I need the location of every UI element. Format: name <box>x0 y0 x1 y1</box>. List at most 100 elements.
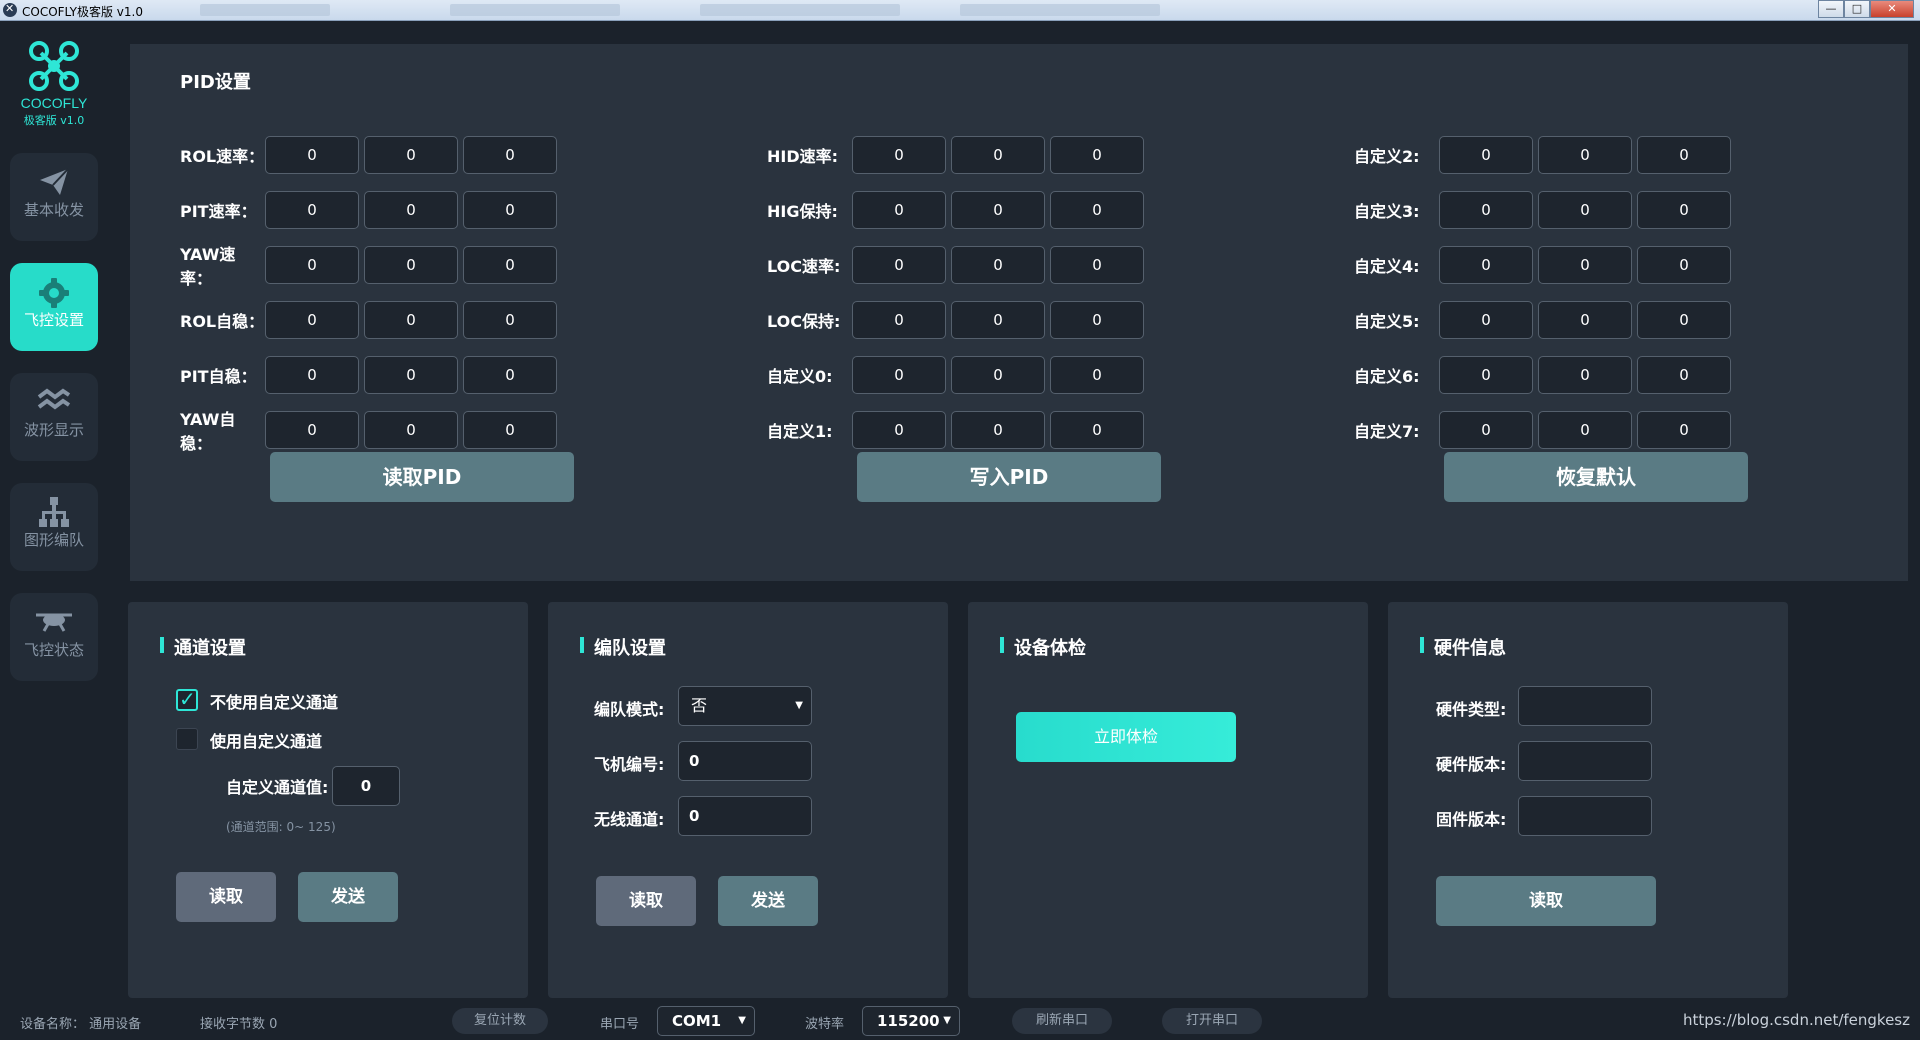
sidebar-item-waveform[interactable]: 波形显示 <box>10 373 98 461</box>
refresh-port-button[interactable]: 刷新串口 <box>1012 1008 1112 1034</box>
pid-p-input[interactable]: 0 <box>265 136 359 174</box>
reset-count-button[interactable]: 复位计数 <box>452 1008 548 1034</box>
serial-port-select[interactable]: COM1 ▼ <box>657 1006 755 1036</box>
channel-read-button[interactable]: 读取 <box>176 872 276 922</box>
pid-d-input[interactable]: 0 <box>1637 411 1731 449</box>
pid-i-input[interactable]: 0 <box>951 356 1045 394</box>
pid-i-input[interactable]: 0 <box>1538 301 1632 339</box>
read-pid-button[interactable]: 读取PID <box>270 452 574 502</box>
sidebar-item-flight-control-settings[interactable]: 飞控设置 <box>10 263 98 351</box>
channel-send-button[interactable]: 发送 <box>298 872 398 922</box>
pid-i-input[interactable]: 0 <box>1538 246 1632 284</box>
brand-name: COCOFLY <box>20 95 88 111</box>
check-now-button[interactable]: 立即体检 <box>1016 712 1236 762</box>
firmware-version-field[interactable] <box>1518 796 1652 836</box>
pid-i-input[interactable]: 0 <box>364 301 458 339</box>
pid-p-input[interactable]: 0 <box>1439 191 1533 229</box>
pid-p-input[interactable]: 0 <box>852 191 946 229</box>
pid-d-input[interactable]: 0 <box>1050 191 1144 229</box>
pid-i-input[interactable]: 0 <box>1538 191 1632 229</box>
pid-p-input[interactable]: 0 <box>1439 356 1533 394</box>
pid-p-input[interactable]: 0 <box>852 356 946 394</box>
pid-p-input[interactable]: 0 <box>852 301 946 339</box>
pid-row-label: 自定义6: <box>1354 367 1420 386</box>
pid-d-input[interactable]: 0 <box>463 301 557 339</box>
pid-i-input[interactable]: 0 <box>364 246 458 284</box>
pid-p-input[interactable]: 0 <box>852 136 946 174</box>
pid-d-input[interactable]: 0 <box>463 191 557 229</box>
close-button[interactable]: ✕ <box>1870 0 1914 18</box>
pid-i-input[interactable]: 0 <box>364 191 458 229</box>
pid-d-input[interactable]: 0 <box>1637 246 1731 284</box>
pid-i-input[interactable]: 0 <box>951 411 1045 449</box>
pid-row: ROL自稳： 0 0 0 <box>170 301 557 339</box>
sidebar-item-label: 飞控状态 <box>23 641 84 659</box>
pid-row-label: HIG保持: <box>767 202 838 221</box>
pid-d-input[interactable]: 0 <box>1050 301 1144 339</box>
pid-i-input[interactable]: 0 <box>951 191 1045 229</box>
baud-rate-select[interactable]: 115200 ▼ <box>862 1006 960 1036</box>
pid-i-input[interactable]: 0 <box>951 136 1045 174</box>
pid-d-input[interactable]: 0 <box>1637 356 1731 394</box>
pid-d-input[interactable]: 0 <box>463 356 557 394</box>
pid-p-input[interactable]: 0 <box>265 191 359 229</box>
pid-i-input[interactable]: 0 <box>1538 411 1632 449</box>
pid-row: 自定义0: 0 0 0 <box>757 356 1144 394</box>
pid-d-input[interactable]: 0 <box>463 246 557 284</box>
hardware-version-label: 硬件版本: <box>1436 755 1507 774</box>
pid-p-input[interactable]: 0 <box>265 246 359 284</box>
pid-i-input[interactable]: 0 <box>951 246 1045 284</box>
card-title: 编队设置 <box>580 634 666 660</box>
sidebar-item-flight-status[interactable]: 飞控状态 <box>10 593 98 681</box>
custom-channel-value-label: 自定义通道值: <box>226 778 329 797</box>
no-custom-channel-checkbox[interactable] <box>176 687 198 711</box>
pid-d-input[interactable]: 0 <box>463 411 557 449</box>
pid-p-input[interactable]: 0 <box>265 301 359 339</box>
maximize-button[interactable]: □ <box>1844 0 1870 18</box>
pid-d-input[interactable]: 0 <box>1050 136 1144 174</box>
formation-read-button[interactable]: 读取 <box>596 876 696 926</box>
pid-d-input[interactable]: 0 <box>1637 191 1731 229</box>
pid-i-input[interactable]: 0 <box>1538 136 1632 174</box>
formation-send-button[interactable]: 发送 <box>718 876 818 926</box>
pid-p-input[interactable]: 0 <box>265 411 359 449</box>
plane-number-input[interactable]: 0 <box>678 741 812 781</box>
sidebar-item-label: 基本收发 <box>23 201 84 219</box>
pid-i-input[interactable]: 0 <box>951 301 1045 339</box>
window-titlebar: COCOFLY极客版 v1.0 — □ ✕ <box>0 0 1920 21</box>
pid-i-input[interactable]: 0 <box>1538 356 1632 394</box>
hardware-read-button[interactable]: 读取 <box>1436 876 1656 926</box>
sidebar-item-basic[interactable]: 基本收发 <box>10 153 98 241</box>
pid-d-input[interactable]: 0 <box>1637 136 1731 174</box>
pid-p-input[interactable]: 0 <box>1439 136 1533 174</box>
pid-d-input[interactable]: 0 <box>1050 411 1144 449</box>
pid-p-input[interactable]: 0 <box>1439 246 1533 284</box>
wireless-channel-input[interactable]: 0 <box>678 796 812 836</box>
pid-d-input[interactable]: 0 <box>1637 301 1731 339</box>
open-port-button[interactable]: 打开串口 <box>1162 1008 1262 1034</box>
minimize-button[interactable]: — <box>1818 0 1844 18</box>
formation-mode-select[interactable]: 否 ▼ <box>678 686 812 726</box>
hardware-type-field[interactable] <box>1518 686 1652 726</box>
pid-p-input[interactable]: 0 <box>1439 301 1533 339</box>
pid-d-input[interactable]: 0 <box>1050 246 1144 284</box>
pid-p-input[interactable]: 0 <box>1439 411 1533 449</box>
pid-i-input[interactable]: 0 <box>364 356 458 394</box>
pid-row: PIT速率： 0 0 0 <box>170 191 557 229</box>
pid-p-input[interactable]: 0 <box>852 411 946 449</box>
sidebar-item-formation[interactable]: 图形编队 <box>10 483 98 571</box>
pid-p-input[interactable]: 0 <box>265 356 359 394</box>
pid-settings-panel: PID设置 ROL速率： 0 0 0 PIT速率： 0 0 0 YAW速率： 0 0 0 ROL自稳： 0… <box>130 44 1908 581</box>
pid-d-input[interactable]: 0 <box>463 136 557 174</box>
hardware-version-field[interactable] <box>1518 741 1652 781</box>
restore-default-button[interactable]: 恢复默认 <box>1444 452 1748 502</box>
write-pid-button[interactable]: 写入PID <box>857 452 1161 502</box>
pid-i-input[interactable]: 0 <box>364 136 458 174</box>
pid-i-input[interactable]: 0 <box>364 411 458 449</box>
watermark-url: https://blog.csdn.net/fengkesz <box>1682 1011 1910 1029</box>
pid-p-input[interactable]: 0 <box>852 246 946 284</box>
custom-channel-value-input[interactable]: 0 <box>332 766 400 806</box>
pid-row: 自定义3: 0 0 0 <box>1344 191 1731 229</box>
custom-channel-checkbox[interactable] <box>176 728 198 750</box>
pid-d-input[interactable]: 0 <box>1050 356 1144 394</box>
